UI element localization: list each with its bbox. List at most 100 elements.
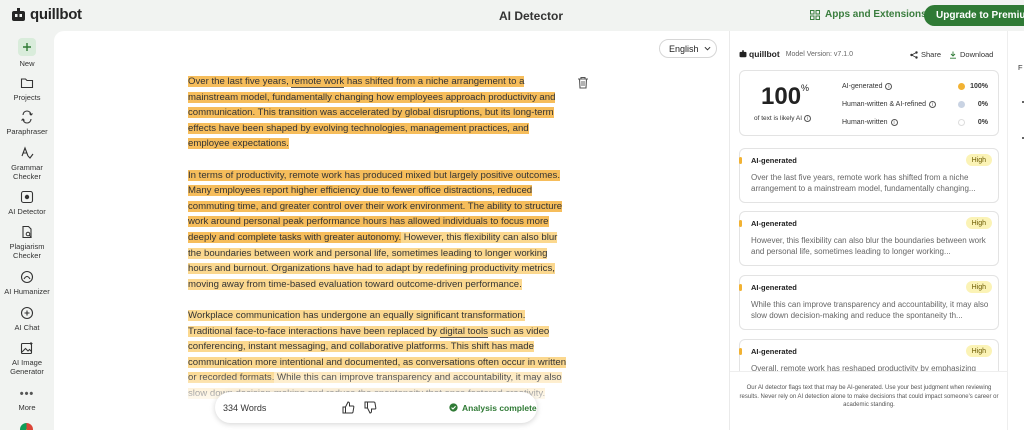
sidebar-item-label: Projects — [13, 93, 41, 102]
sidebar-item-label: More — [18, 403, 36, 412]
info-icon[interactable]: i — [804, 115, 812, 122]
sidebar-item-label: New — [19, 59, 35, 68]
result-card[interactable]: AI-generated High While this can improve… — [739, 275, 999, 330]
chat-icon — [20, 306, 34, 320]
ai-highlight: has shifted from a niche arrangement to … — [188, 76, 556, 150]
language-select[interactable]: English — [659, 39, 717, 58]
info-icon[interactable]: i — [885, 83, 893, 90]
right-side-panel: F — [1007, 31, 1024, 430]
panel-header: quillbot Model Version: v7.1.0 — [739, 49, 853, 59]
breakdown-row-human-ai-refined: Human-written & AI-refined i 0% — [842, 101, 992, 108]
breakdown-pct: 100% — [970, 83, 988, 90]
ai-highlight-underlined: remote work — [291, 76, 345, 88]
thumbs-down-icon[interactable] — [364, 401, 377, 414]
share-icon — [910, 50, 918, 59]
more-icon: ••• — [19, 388, 35, 400]
human-ai-refined-dot — [958, 101, 965, 108]
confidence-badge: High — [965, 217, 992, 229]
extensions-icon — [810, 9, 820, 20]
ai-highlight: Over the last five years, — [188, 76, 292, 87]
sidebar-item-ai-image-generator[interactable]: AI Image Generator — [0, 341, 54, 376]
sidebar-item-plagiarism-checker[interactable]: Plagiarism Checker — [0, 225, 54, 260]
sidebar-item-label: Grammar Checker — [11, 163, 43, 181]
analysis-status-text: Analysis complete — [462, 402, 537, 413]
breakdown-label: AI-generated — [842, 83, 883, 90]
sidebar-item-new[interactable]: New — [0, 38, 54, 68]
thumbs-up-icon[interactable] — [342, 401, 355, 414]
image-icon — [20, 342, 33, 355]
sidebar-item-grammar-checker[interactable]: Grammar Checker — [0, 146, 54, 181]
breakdown-pct: 0% — [977, 119, 988, 126]
score-caption: of text is likely AI i — [754, 115, 812, 122]
text-input-area[interactable]: Over the last five years, remote work ha… — [188, 74, 572, 417]
word-count: 334 Words — [223, 402, 267, 413]
download-icon — [950, 51, 956, 59]
ai-highlight-underlined: digital tools — [439, 325, 488, 338]
sidebar: New Projects Paraphraser Grammar Checker… — [0, 31, 54, 430]
sidebar-item-label: AI Image Generator — [10, 358, 44, 376]
info-icon[interactable]: i — [890, 119, 898, 126]
trash-icon[interactable] — [577, 76, 589, 89]
sidebar-item-label: AI Chat — [14, 323, 40, 332]
breakdown-row-human-written: Human-written i 0% — [842, 119, 992, 126]
ai-marker — [739, 220, 742, 227]
panel-brand: quillbot — [739, 49, 780, 59]
score-card: 100 % of text is likely AI i AI-generate… — [739, 70, 999, 136]
result-card[interactable]: AI-generated High However, this flexibil… — [739, 211, 999, 266]
sidebar-item-projects[interactable]: Projects — [0, 76, 54, 102]
breakdown-row-ai-generated: AI-generated i 100% — [842, 83, 992, 90]
ai-marker — [739, 348, 742, 355]
sidebar-item-ai-humanizer[interactable]: AI Humanizer — [0, 270, 54, 296]
download-label: Download — [960, 50, 994, 59]
breakdown-pct: 0% — [977, 101, 988, 108]
confidence-badge: High — [965, 281, 992, 293]
result-snippet: While this can improve transparency and … — [751, 300, 989, 321]
analysis-status: Analysis complete — [449, 403, 537, 413]
grammar-icon — [21, 146, 34, 159]
ai-score-unit: % — [801, 83, 810, 93]
download-button[interactable]: Download — [949, 50, 993, 59]
sidebar-item-ai-detector[interactable]: AI Detector — [0, 190, 54, 216]
sidebar-item-paraphraser[interactable]: Paraphraser — [0, 110, 54, 136]
score-caption-text: of text is likely AI — [754, 115, 803, 122]
human-written-dot — [958, 119, 965, 126]
result-snippet: Over the last five years, remote work ha… — [751, 173, 976, 194]
share-button[interactable]: Share — [910, 50, 941, 59]
folder-icon — [20, 78, 34, 89]
plagiarism-icon — [22, 225, 32, 239]
sidebar-item-more[interactable]: ••• More — [0, 388, 54, 413]
editor-panel: English Over the last five years, remote… — [54, 31, 729, 430]
result-label: AI-generated — [751, 283, 797, 292]
result-snippet: However, this flexibility can also blur … — [751, 236, 986, 257]
result-label: AI-generated — [751, 347, 797, 356]
paraphrase-icon — [21, 110, 33, 124]
ai-generated-dot — [958, 83, 965, 90]
share-label: Share — [921, 50, 942, 59]
confidence-badge: High — [965, 154, 992, 166]
disclaimer: Our AI detector flags text that may be A… — [739, 385, 999, 408]
breakdown-label: Human-written & AI-refined — [842, 101, 927, 108]
paragraph-3: Workplace communication has undergone an… — [188, 308, 572, 402]
editor-bottom-bar: 334 Words Analysis complete — [215, 392, 537, 423]
apps-extensions-label: Apps and Extensions — [825, 9, 927, 20]
top-bar: quillbot AI Detector Apps and Extensions… — [0, 0, 1024, 31]
chrome-extension-icon[interactable] — [20, 423, 33, 430]
result-label: AI-generated — [751, 156, 797, 165]
right-panel-label: F — [1018, 63, 1023, 72]
paragraph-2: In terms of productivity, remote work ha… — [188, 168, 572, 293]
sidebar-item-label: AI Detector — [8, 207, 46, 216]
sidebar-item-ai-chat[interactable]: AI Chat — [0, 306, 54, 332]
chevron-down-icon — [704, 46, 711, 51]
ai-marker — [739, 284, 742, 291]
upgrade-button[interactable]: Upgrade to Premium — [924, 5, 1024, 26]
apps-extensions-button[interactable]: Apps and Extensions — [810, 9, 940, 20]
breakdown-label: Human-written — [842, 119, 888, 126]
upgrade-label: Upgrade to Premium — [936, 10, 1024, 21]
language-value: English — [669, 43, 699, 54]
result-label: AI-generated — [751, 219, 797, 228]
sidebar-item-label: Plagiarism Checker — [9, 242, 45, 260]
quillbot-logo-icon — [739, 50, 747, 58]
result-card[interactable]: AI-generated High Over the last five yea… — [739, 148, 999, 203]
info-icon[interactable]: i — [929, 101, 937, 108]
results-panel: quillbot Model Version: v7.1.0 Share Dow… — [729, 31, 1008, 430]
